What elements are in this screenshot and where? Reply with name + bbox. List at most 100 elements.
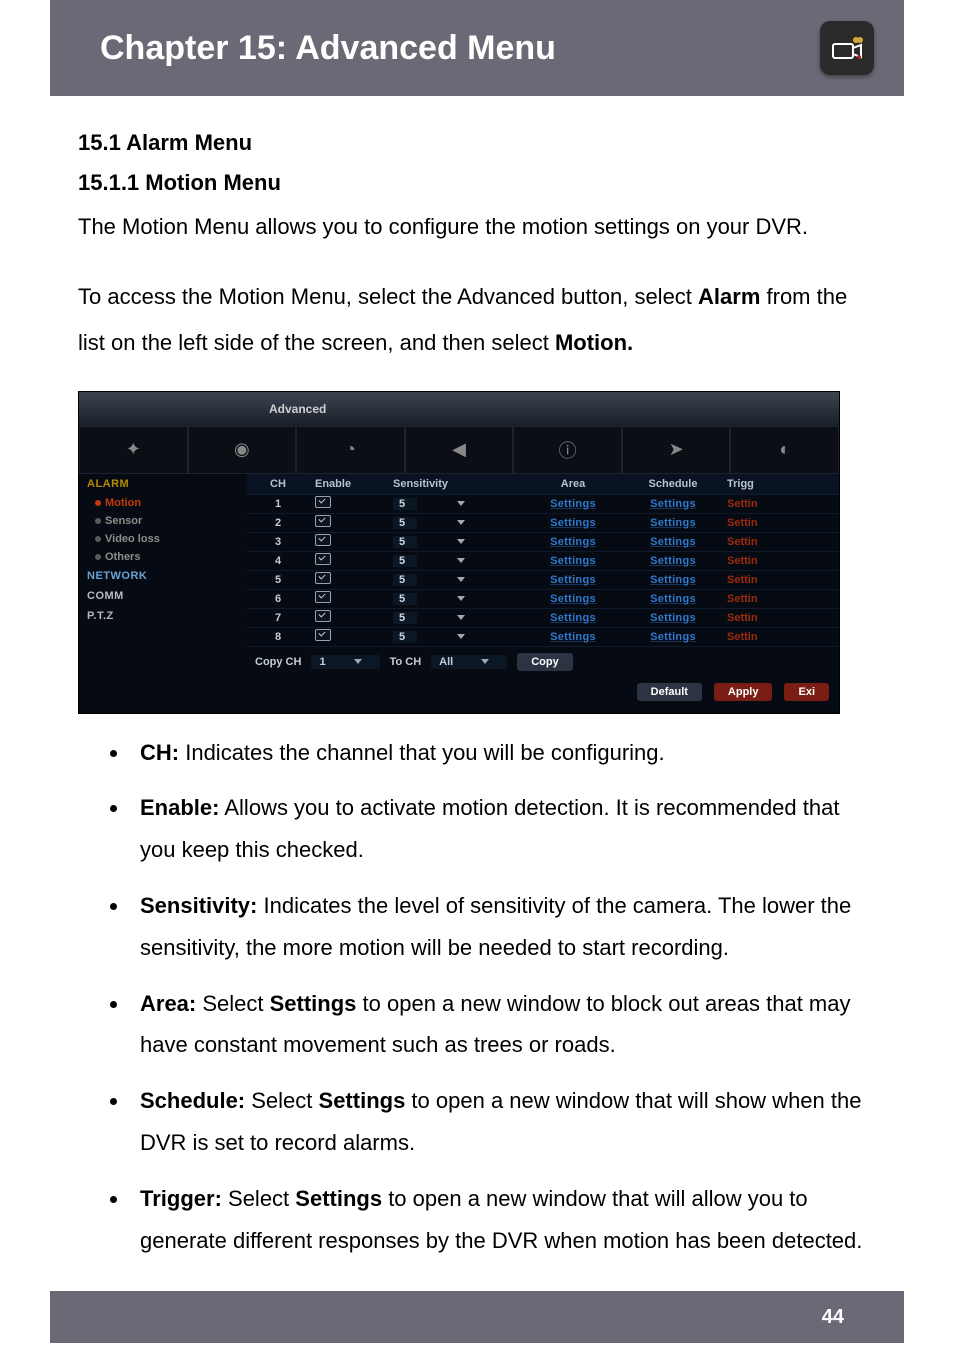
cell-trigger[interactable]: Settin xyxy=(723,574,783,586)
cell-trigger[interactable]: Settin xyxy=(723,612,783,624)
checkbox-icon[interactable] xyxy=(315,629,331,641)
cell-schedule[interactable]: Settings xyxy=(623,612,723,624)
list-item: CH: Indicates the channel that you will … xyxy=(130,732,876,774)
table-row: 35SettingsSettingsSettin xyxy=(247,533,839,552)
chevron-down-icon xyxy=(457,539,465,544)
cell-area[interactable]: Settings xyxy=(523,631,623,643)
toolbar-icon[interactable]: ⓘ xyxy=(513,426,622,474)
cell-area[interactable]: Settings xyxy=(523,498,623,510)
cell-schedule[interactable]: Settings xyxy=(623,555,723,567)
checkbox-icon[interactable] xyxy=(315,591,331,603)
cell-enable[interactable] xyxy=(309,515,387,530)
sidebar-group-ptz[interactable]: P.T.Z xyxy=(79,606,247,626)
cell-schedule[interactable]: Settings xyxy=(623,631,723,643)
text: To access the Motion Menu, select the Ad… xyxy=(78,284,698,309)
chevron-down-icon xyxy=(481,659,489,664)
section-heading-1: 15.1 Alarm Menu xyxy=(78,130,876,156)
sidebar-item-motion[interactable]: Motion xyxy=(79,494,247,512)
bullet-icon xyxy=(95,518,101,524)
cell-enable[interactable] xyxy=(309,534,387,549)
to-ch-select[interactable]: All xyxy=(431,655,507,669)
cell-schedule[interactable]: Settings xyxy=(623,574,723,586)
sidebar: ALARM Motion Sensor Video loss Others NE… xyxy=(79,474,247,713)
cell-trigger[interactable]: Settin xyxy=(723,555,783,567)
cell-sensitivity[interactable]: 5 xyxy=(387,631,523,643)
bullet-icon xyxy=(95,554,101,560)
cell-enable[interactable] xyxy=(309,496,387,511)
col-enable: Enable xyxy=(309,478,387,490)
checkbox-icon[interactable] xyxy=(315,572,331,584)
cell-sensitivity[interactable]: 5 xyxy=(387,593,523,605)
table-row: 85SettingsSettingsSettin xyxy=(247,628,839,647)
cell-area[interactable]: Settings xyxy=(523,612,623,624)
apply-button[interactable]: Apply xyxy=(714,683,773,701)
cell-area[interactable]: Settings xyxy=(523,574,623,586)
cell-area[interactable]: Settings xyxy=(523,593,623,605)
cell-sensitivity[interactable]: 5 xyxy=(387,536,523,548)
cell-trigger[interactable]: Settin xyxy=(723,536,783,548)
toolbar-icon[interactable]: ◐ xyxy=(730,426,839,474)
cell-enable[interactable] xyxy=(309,610,387,625)
exit-button[interactable]: Exi xyxy=(784,683,829,701)
checkbox-icon[interactable] xyxy=(315,496,331,508)
sidebar-group-comm[interactable]: COMM xyxy=(79,586,247,606)
cell-sensitivity[interactable]: 5 xyxy=(387,574,523,586)
toolbar-icon[interactable]: ➤ xyxy=(622,426,731,474)
cell-sensitivity[interactable]: 5 xyxy=(387,555,523,567)
checkbox-icon[interactable] xyxy=(315,553,331,565)
copy-ch-label: Copy CH xyxy=(255,656,301,668)
default-button[interactable]: Default xyxy=(637,683,702,701)
cell-enable[interactable] xyxy=(309,629,387,644)
toolbar-icon[interactable]: ◔ xyxy=(296,426,405,474)
col-ch: CH xyxy=(247,478,309,490)
toolbar-icon[interactable]: ◀ xyxy=(405,426,514,474)
instruction-paragraph: To access the Motion Menu, select the Ad… xyxy=(78,274,876,366)
bold-motion: Motion. xyxy=(555,330,633,355)
sidebar-item-videoloss[interactable]: Video loss xyxy=(79,530,247,548)
cell-area[interactable]: Settings xyxy=(523,517,623,529)
table-row: 45SettingsSettingsSettin xyxy=(247,552,839,571)
cell-trigger[interactable]: Settin xyxy=(723,498,783,510)
chevron-down-icon xyxy=(457,520,465,525)
copy-row: Copy CH 1 To CH All Copy xyxy=(247,647,839,677)
toolbar-icon[interactable]: ◉ xyxy=(188,426,297,474)
cell-enable[interactable] xyxy=(309,572,387,587)
checkbox-icon[interactable] xyxy=(315,610,331,622)
table-row: 15SettingsSettingsSettin xyxy=(247,495,839,514)
chevron-down-icon xyxy=(457,501,465,506)
col-sched: Schedule xyxy=(623,478,723,490)
cell-schedule[interactable]: Settings xyxy=(623,517,723,529)
sidebar-item-sensor[interactable]: Sensor xyxy=(79,512,247,530)
cell-sensitivity[interactable]: 5 xyxy=(387,517,523,529)
list-item: Trigger: Select Settings to open a new w… xyxy=(130,1178,876,1262)
cell-sensitivity[interactable]: 5 xyxy=(387,612,523,624)
copy-ch-select[interactable]: 1 xyxy=(311,655,379,669)
cell-trigger[interactable]: Settin xyxy=(723,631,783,643)
sidebar-group-alarm[interactable]: ALARM xyxy=(79,474,247,494)
chevron-down-icon xyxy=(457,634,465,639)
camera-icon xyxy=(820,21,874,75)
cell-trigger[interactable]: Settin xyxy=(723,593,783,605)
cell-schedule[interactable]: Settings xyxy=(623,498,723,510)
cell-area[interactable]: Settings xyxy=(523,536,623,548)
cell-schedule[interactable]: Settings xyxy=(623,536,723,548)
page-footer: 44 xyxy=(50,1291,904,1343)
cell-area[interactable]: Settings xyxy=(523,555,623,567)
cell-trigger[interactable]: Settin xyxy=(723,517,783,529)
chevron-down-icon xyxy=(354,659,362,664)
list-item: Area: Select Settings to open a new wind… xyxy=(130,983,876,1067)
cell-ch: 2 xyxy=(247,517,309,529)
sidebar-group-network[interactable]: NETWORK xyxy=(79,566,247,586)
cell-sensitivity[interactable]: 5 xyxy=(387,498,523,510)
checkbox-icon[interactable] xyxy=(315,534,331,546)
cell-enable[interactable] xyxy=(309,591,387,606)
toolbar-icons: ✦ ◉ ◔ ◀ ⓘ ➤ ◐ xyxy=(79,426,839,474)
checkbox-icon[interactable] xyxy=(315,515,331,527)
table-row: 25SettingsSettingsSettin xyxy=(247,514,839,533)
cell-enable[interactable] xyxy=(309,553,387,568)
sidebar-item-others[interactable]: Others xyxy=(79,548,247,566)
cell-schedule[interactable]: Settings xyxy=(623,593,723,605)
copy-button[interactable]: Copy xyxy=(517,653,573,671)
list-item: Enable: Allows you to activate motion de… xyxy=(130,787,876,871)
toolbar-icon[interactable]: ✦ xyxy=(79,426,188,474)
